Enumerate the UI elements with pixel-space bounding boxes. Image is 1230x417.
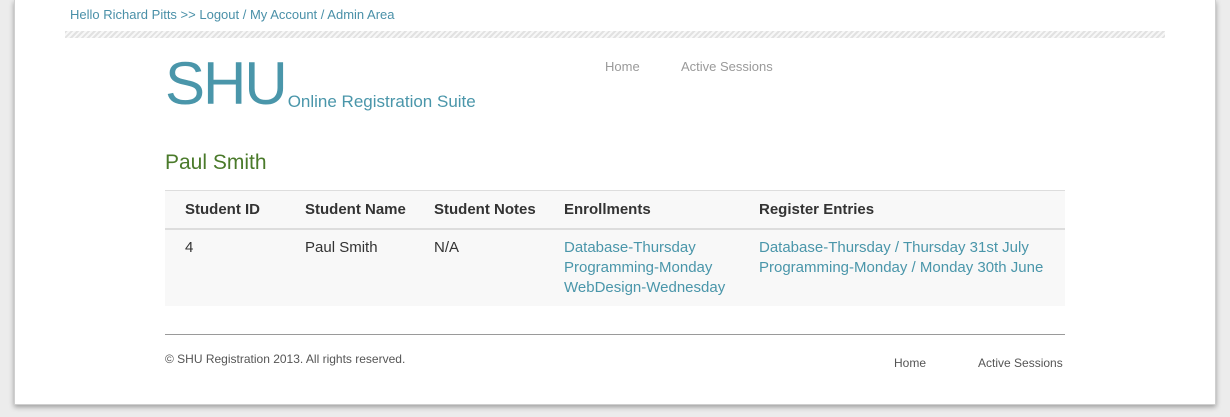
page-title: Paul Smith (165, 151, 267, 174)
separator: / (239, 7, 250, 22)
table-header-row: Student ID Student Name Student Notes En… (165, 191, 1065, 230)
site-logo[interactable]: SHU Online Registration Suite (165, 54, 476, 114)
footer-nav-active-sessions[interactable]: Active Sessions (978, 356, 1063, 370)
enrollments-cell: Database-Thursday Programming-Monday Web… (564, 229, 759, 306)
logo-tagline: Online Registration Suite (287, 92, 476, 111)
nav-home[interactable]: Home (605, 59, 640, 74)
column-header-register-entries: Register Entries (759, 191, 1065, 230)
column-header-enrollments: Enrollments (564, 191, 759, 230)
student-name-cell: Paul Smith (305, 239, 378, 256)
my-account-link[interactable]: My Account (250, 7, 317, 22)
user-bar: Hello Richard Pitts >> Logout / My Accou… (70, 7, 395, 22)
student-table: Student ID Student Name Student Notes En… (165, 190, 1065, 306)
footer-divider (165, 334, 1065, 335)
column-header-student-name: Student Name (305, 191, 434, 230)
register-entries-cell: Database-Thursday / Thursday 31st July P… (759, 229, 1065, 306)
register-entry-link[interactable]: Database-Thursday / Thursday 31st July (759, 238, 1065, 258)
student-notes-cell: N/A (434, 239, 460, 256)
header-divider (65, 31, 1165, 38)
copyright-text: © SHU Registration 2013. All rights rese… (165, 352, 406, 366)
enrollment-link[interactable]: Programming-Monday (564, 258, 759, 278)
register-entry-link[interactable]: Programming-Monday / Monday 30th June (759, 258, 1065, 278)
enrollment-link[interactable]: Database-Thursday (564, 238, 759, 258)
footer-nav-home[interactable]: Home (894, 356, 926, 370)
column-header-student-id: Student ID (165, 191, 305, 230)
nav-active-sessions[interactable]: Active Sessions (681, 59, 773, 74)
column-header-student-notes: Student Notes (434, 191, 564, 230)
logo-mark: SHU (165, 50, 288, 117)
admin-area-link[interactable]: Admin Area (327, 7, 394, 22)
greeting-text: Hello Richard Pitts >> (70, 7, 196, 22)
enrollment-link[interactable]: WebDesign-Wednesday (564, 278, 759, 298)
separator: / (317, 7, 328, 22)
logout-link[interactable]: Logout (199, 7, 239, 22)
table-row: 4 Paul Smith N/A Database-Thursday Progr… (165, 229, 1065, 306)
page-container: Hello Richard Pitts >> Logout / My Accou… (14, 0, 1216, 405)
student-id-cell: 4 (185, 239, 194, 256)
